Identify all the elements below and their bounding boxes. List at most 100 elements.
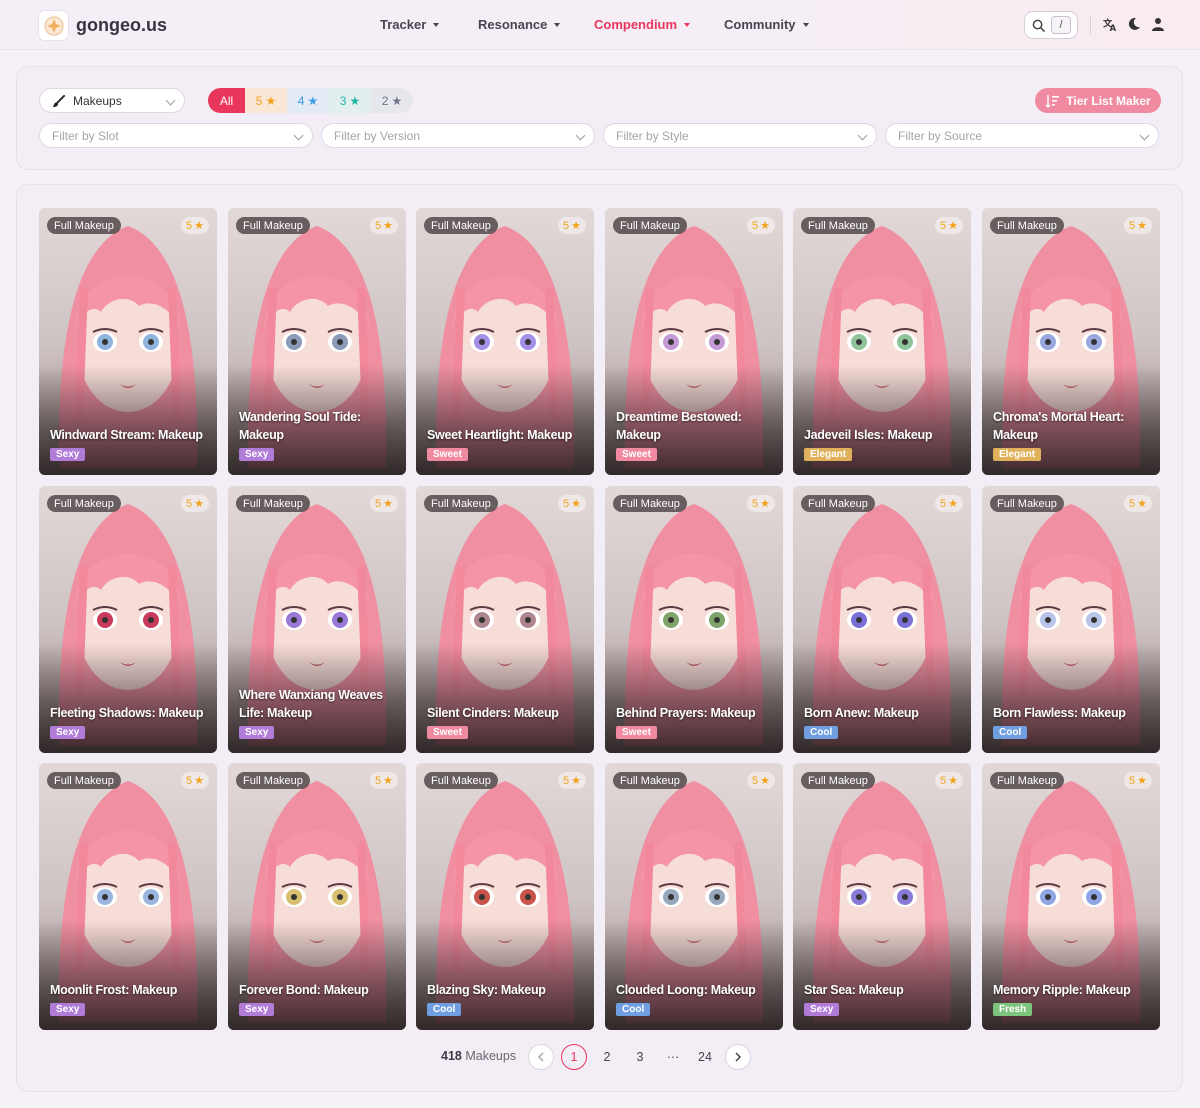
translate-icon[interactable]: 文A (1101, 15, 1119, 33)
nav-label: Compendium (594, 17, 678, 32)
star-icon: ★ (307, 93, 319, 108)
nav-community[interactable]: Community (724, 17, 809, 32)
svg-text:A: A (1109, 23, 1116, 32)
star-icon: ★ (1137, 220, 1147, 232)
slot-filter[interactable]: Filter by Slot (39, 123, 313, 148)
rarity-badge: 5 ★ (935, 217, 963, 234)
star-icon: ★ (948, 775, 958, 787)
count-unit: Makeups (465, 1049, 517, 1063)
rarity-badge: 5 ★ (181, 495, 209, 512)
sort-icon (1045, 94, 1060, 108)
rarity-badge: 5 ★ (370, 217, 398, 234)
makeup-name: Silent Cinders: Makeup (427, 706, 559, 720)
rarity-badge: 5 ★ (558, 217, 586, 234)
star-icon: ★ (1137, 498, 1147, 510)
makeup-card[interactable]: Full Makeup 5 ★ Born Flawless: Makeup Cool (982, 486, 1160, 753)
page-number: 24 (698, 1050, 712, 1064)
chevron-down-icon (433, 22, 440, 27)
filter-panel: Makeups All 5 ★ 4 ★ 3 ★ 2 ★ Tier List Maker … (16, 66, 1183, 170)
makeup-grid-panel: Full Makeup 5 ★ Windward Stream: Makeup Sexy… (16, 184, 1183, 1092)
next-page-button[interactable] (725, 1044, 751, 1070)
user-icon[interactable] (1149, 15, 1167, 33)
rarity-label: All (219, 93, 234, 108)
tier-list-maker-button[interactable]: Tier List Maker (1035, 88, 1161, 113)
star-icon: ★ (383, 220, 393, 232)
makeup-name: Star Sea: Makeup (804, 983, 904, 997)
makeup-card[interactable]: Full Makeup 5 ★ Memory Ripple: Makeup Fresh (982, 763, 1160, 1030)
rarity-2[interactable]: 2 ★ (371, 88, 413, 113)
star-icon: ★ (948, 498, 958, 510)
makeup-card[interactable]: Full Makeup 5 ★ Born Anew: Makeup Cool (793, 486, 971, 753)
makeup-card[interactable]: Full Makeup 5 ★ Dreamtime Bestowed: Makeup S… (605, 208, 783, 475)
makeup-name: Jadeveil Isles: Makeup (804, 428, 933, 442)
star-icon: ★ (948, 220, 958, 232)
nav-compendium[interactable]: Compendium (594, 17, 691, 32)
style-placeholder: Filter by Style (616, 128, 689, 143)
page-3[interactable]: 3 (627, 1044, 653, 1070)
rarity-badge: 5 ★ (1124, 772, 1152, 789)
rarity-value: 5 (186, 219, 193, 232)
logo-icon[interactable] (38, 10, 69, 41)
makeup-card[interactable]: Full Makeup 5 ★ Blazing Sky: Makeup Cool (416, 763, 594, 1030)
makeup-card[interactable]: Full Makeup 5 ★ Windward Stream: Makeup Sexy (39, 208, 217, 475)
prev-page-button[interactable] (528, 1044, 554, 1070)
style-tag: Sexy (239, 448, 275, 461)
makeup-name: Windward Stream: Makeup (50, 428, 203, 442)
chevron-down-icon (165, 95, 176, 106)
makeup-card[interactable]: Full Makeup 5 ★ Forever Bond: Makeup Sexy (228, 763, 406, 1030)
version-placeholder: Filter by Version (334, 128, 421, 143)
rarity-3[interactable]: 3 ★ (329, 88, 371, 113)
page-number: 3 (636, 1050, 644, 1064)
makeup-card[interactable]: Full Makeup 5 ★ Where Wanxiang Weaves Life:… (228, 486, 406, 753)
nav-label: Resonance (478, 17, 548, 32)
makeup-card[interactable]: Full Makeup 5 ★ Star Sea: Makeup Sexy (793, 763, 971, 1030)
site-name[interactable]: gongeo.us (76, 15, 167, 36)
moon-icon[interactable] (1125, 15, 1143, 33)
result-count: 418 Makeups (441, 1049, 516, 1063)
rarity-value: 5 (1129, 219, 1136, 232)
makeup-card[interactable]: Full Makeup 5 ★ Chroma's Mortal Heart: Make… (982, 208, 1160, 475)
makeup-card[interactable]: Full Makeup 5 ★ Behind Prayers: Makeup Sweet (605, 486, 783, 753)
source-filter[interactable]: Filter by Source (885, 123, 1159, 148)
rarity-4[interactable]: 4 ★ (287, 88, 329, 113)
makeup-card[interactable]: Full Makeup 5 ★ Moonlit Frost: Makeup Sexy (39, 763, 217, 1030)
page-1[interactable]: 1 (561, 1044, 587, 1070)
rarity-all[interactable]: All (208, 88, 245, 113)
rarity-badge: 5 ★ (935, 495, 963, 512)
rarity-badge: 5 ★ (747, 495, 775, 512)
style-filter[interactable]: Filter by Style (603, 123, 877, 148)
search-button[interactable]: / (1024, 11, 1078, 39)
style-tag: Sexy (239, 1003, 275, 1016)
makeup-card[interactable]: Full Makeup 5 ★ Clouded Loong: Makeup Cool (605, 763, 783, 1030)
makeup-card[interactable]: Full Makeup 5 ★ Wandering Soul Tide: Makeup… (228, 208, 406, 475)
star-icon: ★ (1137, 775, 1147, 787)
makeup-card[interactable]: Full Makeup 5 ★ Fleeting Shadows: Makeup Sex… (39, 486, 217, 753)
makeup-name: Clouded Loong: Makeup (616, 983, 756, 997)
page-number: 2 (603, 1050, 611, 1064)
version-filter[interactable]: Filter by Version (321, 123, 595, 148)
rarity-value: 5 (1129, 497, 1136, 510)
page-2[interactable]: 2 (594, 1044, 620, 1070)
nav-resonance[interactable]: Resonance (478, 17, 561, 32)
rarity-5[interactable]: 5 ★ (245, 88, 287, 113)
chevron-down-icon (857, 130, 868, 141)
type-badge: Full Makeup (424, 772, 498, 789)
brush-icon (52, 95, 65, 108)
makeup-name: Dreamtime Bestowed: Makeup (616, 410, 742, 442)
category-select[interactable]: Makeups (39, 88, 185, 113)
rarity-value: 5 (1129, 774, 1136, 787)
makeup-card[interactable]: Full Makeup 5 ★ Silent Cinders: Makeup Sweet (416, 486, 594, 753)
nav-tracker[interactable]: Tracker (380, 17, 440, 32)
star-icon: ★ (194, 775, 204, 787)
makeup-card[interactable]: Full Makeup 5 ★ Sweet Heartlight: Makeup Swe… (416, 208, 594, 475)
star-icon: ★ (571, 775, 581, 787)
style-tag: Sweet (616, 448, 657, 461)
rarity-label: 5 (255, 93, 263, 108)
makeup-name: Sweet Heartlight: Makeup (427, 428, 572, 442)
chevron-down-icon (293, 130, 304, 141)
rarity-value: 5 (375, 774, 382, 787)
star-icon: ★ (194, 220, 204, 232)
makeup-card[interactable]: Full Makeup 5 ★ Jadeveil Isles: Makeup Elega… (793, 208, 971, 475)
rarity-value: 5 (375, 219, 382, 232)
page-24[interactable]: 24 (692, 1044, 718, 1070)
